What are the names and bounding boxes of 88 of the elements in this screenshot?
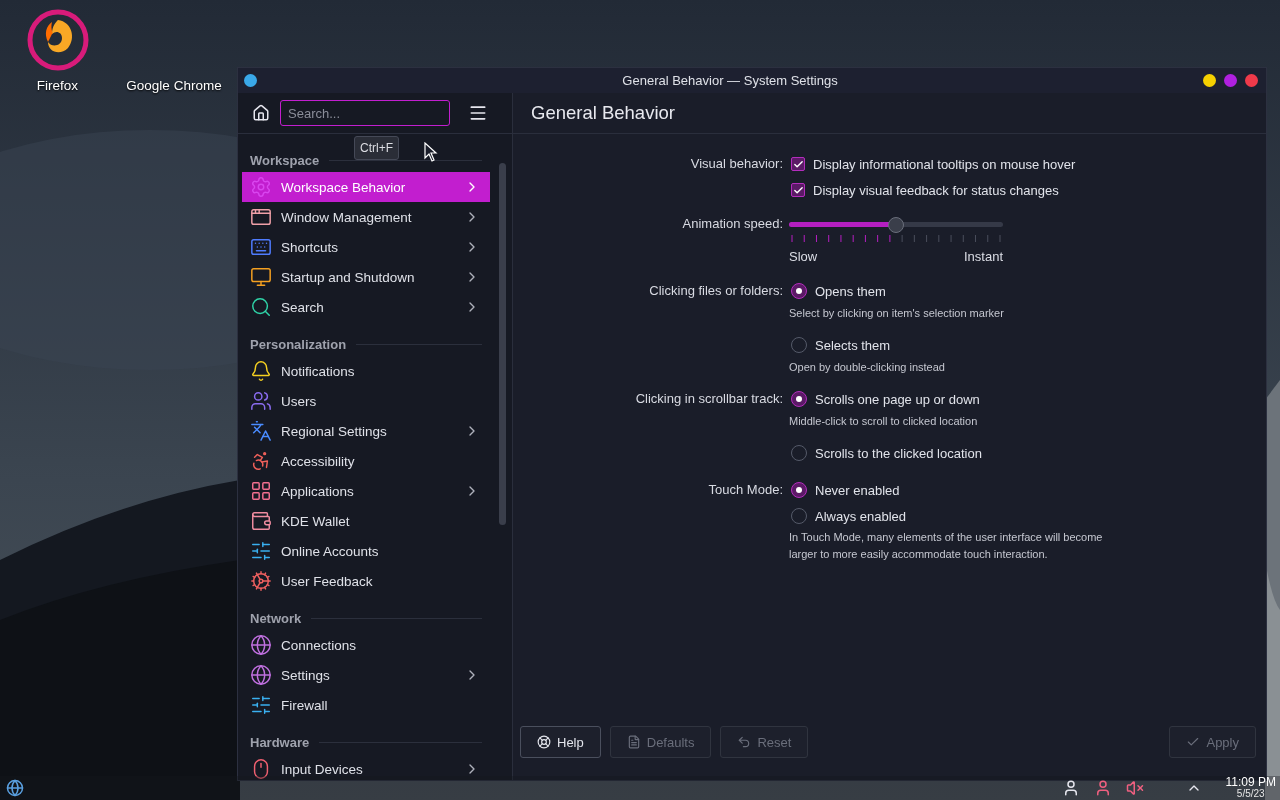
section-title: Hardware <box>250 735 310 750</box>
sidebar-item[interactable]: Notifications <box>242 356 490 386</box>
sidebar-item[interactable]: Input Devices <box>242 754 490 780</box>
radio-button[interactable] <box>791 482 807 498</box>
checkbox[interactable] <box>791 183 805 197</box>
keyboard-icon <box>250 236 272 258</box>
footer-button[interactable]: Help <box>520 726 601 758</box>
scrollbar[interactable] <box>499 163 506 525</box>
bell-icon <box>250 360 272 382</box>
sidebar-item[interactable]: Users <box>242 386 490 416</box>
slider[interactable] <box>789 217 1003 233</box>
slider-max-label: Instant <box>963 249 1003 264</box>
section-title: Workspace <box>250 153 320 168</box>
radio-button[interactable] <box>791 445 807 461</box>
checkbox[interactable] <box>791 157 805 171</box>
hint-text: Middle-click to scroll to clicked location <box>789 414 979 429</box>
menu-icon[interactable] <box>468 103 488 123</box>
section-title: Personalization <box>250 337 347 352</box>
setting-label: Visual behavior: <box>689 155 783 173</box>
sidebar-item[interactable]: Online Accounts <box>242 536 490 566</box>
lifebuoy-icon <box>537 735 551 749</box>
sidebar-item[interactable]: Applications <box>242 476 490 506</box>
sidebar-item[interactable]: Search <box>242 292 490 322</box>
document-icon <box>626 735 641 749</box>
home-icon[interactable] <box>252 104 270 122</box>
tooltip: Ctrl+F <box>354 136 399 160</box>
users-icon <box>250 390 272 412</box>
close-button[interactable] <box>1245 74 1258 87</box>
pointer-icon <box>424 142 438 162</box>
window-icon <box>250 206 272 228</box>
window-title: General Behavior — System Settings <box>621 73 839 88</box>
note-text: In Touch Mode, many elements of the user interface will become larger to more easily accommodate touch interaction. <box>789 530 1104 562</box>
gear-icon <box>250 570 272 592</box>
sidebar-item[interactable]: Firewall <box>242 690 490 720</box>
setting-label: Animation speed: <box>681 215 783 233</box>
option-label[interactable]: Scrolls to the clicked location <box>815 445 982 461</box>
desktop-icon-label[interactable]: Firefox <box>36 78 79 93</box>
setting-label: Touch Mode: <box>707 481 783 499</box>
search-icon <box>250 296 272 318</box>
page-title: General Behavior <box>531 102 675 124</box>
undo-icon <box>737 735 752 749</box>
option-label[interactable]: Always enabled <box>815 508 907 524</box>
language-icon <box>250 420 272 442</box>
radio-button[interactable] <box>791 283 807 299</box>
sidebar-item[interactable]: KDE Wallet <box>242 506 490 536</box>
minimize-button[interactable] <box>1203 74 1216 87</box>
option-label[interactable]: Never enabled <box>815 482 900 498</box>
clock-time[interactable]: 11:09 PM <box>1225 777 1276 788</box>
sliders-icon <box>250 540 272 562</box>
slider-handle[interactable] <box>888 217 904 233</box>
gear-icon <box>250 176 272 198</box>
sidebar-item[interactable]: Settings <box>242 660 490 690</box>
option-label[interactable]: Display visual feedback for status changes <box>813 182 1059 198</box>
sidebar-item[interactable]: Window Management <box>242 202 490 232</box>
option-label[interactable]: Opens them <box>815 283 886 299</box>
clock-date[interactable]: 5/5/23 <box>1236 788 1265 799</box>
sidebar-item[interactable]: Startup and Shutdown <box>242 262 490 292</box>
radio-button[interactable] <box>791 508 807 524</box>
option-label[interactable]: Display informational tooltips on mouse hover <box>813 156 1076 172</box>
radio-button[interactable] <box>791 391 807 407</box>
option-label[interactable]: Scrolls one page up or down <box>815 391 980 407</box>
sidebar-item[interactable]: Connections <box>242 630 490 660</box>
search-field[interactable]: Search... <box>280 100 450 126</box>
check-icon <box>1186 735 1201 749</box>
radio-button[interactable] <box>791 337 807 353</box>
sidebar-item[interactable]: Shortcuts <box>242 232 490 262</box>
sidebar-item[interactable]: User Feedback <box>242 566 490 596</box>
sidebar-item[interactable]: Accessibility <box>242 446 490 476</box>
globe-icon <box>250 664 272 686</box>
grid-icon <box>250 480 272 502</box>
launcher-icon[interactable] <box>6 779 24 797</box>
sidebar-item[interactable]: Regional Settings <box>242 416 490 446</box>
hint-text: Open by double-clicking instead <box>789 360 946 375</box>
sidebar-item[interactable]: Workspace Behavior <box>242 172 490 202</box>
sliders-icon <box>250 694 272 716</box>
setting-label: Clicking files or folders: <box>648 282 783 300</box>
option-label[interactable]: Selects them <box>815 337 891 353</box>
window-menu-button[interactable] <box>244 74 257 87</box>
wallet-icon <box>250 510 272 532</box>
setting-label: Clicking in scrollbar track: <box>634 390 783 408</box>
desktop-icon-label[interactable]: Google Chrome <box>126 78 222 93</box>
maximize-button[interactable] <box>1224 74 1237 87</box>
hint-text: Select by clicking on item's selection marker <box>789 306 1005 321</box>
slider-min-label: Slow <box>789 249 818 264</box>
monitor-icon <box>250 266 272 288</box>
section-title: Network <box>250 611 302 626</box>
globe-icon <box>250 634 272 656</box>
speaker-muted-icon[interactable] <box>1125 779 1144 797</box>
